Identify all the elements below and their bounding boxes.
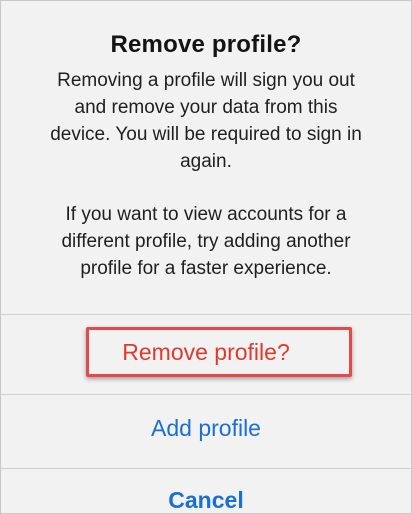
alert-dialog: Remove profile? Removing a profile will … xyxy=(0,0,412,514)
message-line: again. xyxy=(180,151,232,172)
divider xyxy=(1,314,411,315)
message-line: Removing a profile will sign you out xyxy=(57,70,355,91)
dialog-message: Removing a profile will sign you out and… xyxy=(1,67,411,175)
message-line: profile for a faster experience. xyxy=(80,258,332,279)
message-line: If you want to view accounts for a xyxy=(65,204,347,225)
divider xyxy=(1,394,411,395)
message-line: and remove your data from this xyxy=(74,97,338,118)
dialog-secondary-message: If you want to view accounts for a diffe… xyxy=(1,201,411,282)
dialog-title: Remove profile? xyxy=(110,31,302,58)
add-profile-button[interactable]: Add profile xyxy=(1,415,411,442)
divider xyxy=(1,468,411,469)
message-line: different profile, try adding another xyxy=(61,231,351,252)
cancel-button[interactable]: Cancel xyxy=(1,487,411,513)
remove-profile-button[interactable]: Remove profile? xyxy=(1,339,411,366)
alert-content: Remove profile? Removing a profile will … xyxy=(1,1,411,299)
message-line: device. You will be required to sign in xyxy=(50,124,362,145)
